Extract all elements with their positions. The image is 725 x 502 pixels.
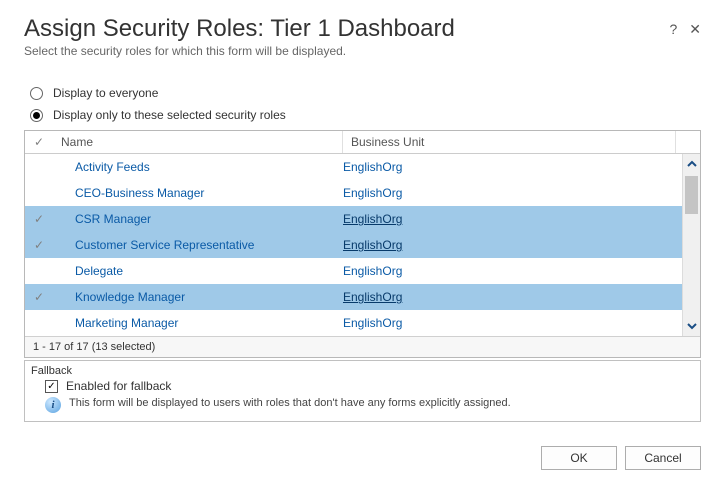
role-name-link[interactable]: Knowledge Manager bbox=[53, 290, 343, 304]
dialog-subtitle: Select the security roles for which this… bbox=[24, 44, 701, 58]
dialog-footer: OK Cancel bbox=[24, 446, 701, 470]
table-row[interactable]: Marketing ManagerEnglishOrg bbox=[25, 310, 682, 336]
fallback-section-label: Fallback bbox=[31, 365, 694, 377]
column-header-name[interactable]: Name bbox=[53, 131, 343, 153]
table-row[interactable]: Activity FeedsEnglishOrg bbox=[25, 154, 682, 180]
row-checkbox[interactable]: ✓ bbox=[25, 206, 53, 232]
dialog-header: Assign Security Roles: Tier 1 Dashboard … bbox=[24, 16, 701, 42]
scroll-down-icon[interactable] bbox=[683, 316, 700, 336]
cancel-button[interactable]: Cancel bbox=[625, 446, 701, 470]
grid-header: ✓ Name Business Unit bbox=[25, 131, 700, 154]
row-checkbox[interactable] bbox=[25, 310, 53, 336]
business-unit-link[interactable]: EnglishOrg bbox=[343, 212, 682, 226]
role-name-link[interactable]: Delegate bbox=[53, 264, 343, 278]
select-all-checkbox[interactable]: ✓ bbox=[25, 131, 53, 153]
row-checkbox[interactable]: ✓ bbox=[25, 284, 53, 310]
row-checkbox[interactable] bbox=[25, 258, 53, 284]
table-row[interactable]: ✓Customer Service RepresentativeEnglishO… bbox=[25, 232, 682, 258]
fallback-info-text: This form will be displayed to users wit… bbox=[69, 397, 511, 409]
role-name-link[interactable]: CEO-Business Manager bbox=[53, 186, 343, 200]
table-row[interactable]: ✓CSR ManagerEnglishOrg bbox=[25, 206, 682, 232]
roles-grid: ✓ Name Business Unit Activity FeedsEngli… bbox=[24, 130, 701, 358]
scroll-thumb[interactable] bbox=[685, 176, 698, 214]
business-unit-link[interactable]: EnglishOrg bbox=[343, 316, 682, 330]
business-unit-link[interactable]: EnglishOrg bbox=[343, 186, 682, 200]
row-checkbox[interactable]: ✓ bbox=[25, 232, 53, 258]
dialog-title: Assign Security Roles: Tier 1 Dashboard bbox=[24, 16, 669, 42]
role-name-link[interactable]: CSR Manager bbox=[53, 212, 343, 226]
business-unit-link[interactable]: EnglishOrg bbox=[343, 238, 682, 252]
row-checkbox[interactable] bbox=[25, 154, 53, 180]
radio-icon bbox=[30, 109, 43, 122]
radio-display-everyone[interactable]: Display to everyone bbox=[30, 86, 701, 100]
fallback-checkbox[interactable]: ✓ bbox=[45, 380, 58, 393]
row-checkbox[interactable] bbox=[25, 180, 53, 206]
table-row[interactable]: DelegateEnglishOrg bbox=[25, 258, 682, 284]
business-unit-link[interactable]: EnglishOrg bbox=[343, 290, 682, 304]
ok-button[interactable]: OK bbox=[541, 446, 617, 470]
role-name-link[interactable]: Marketing Manager bbox=[53, 316, 343, 330]
radio-display-selected[interactable]: Display only to these selected security … bbox=[30, 108, 701, 122]
fallback-checkbox-label: Enabled for fallback bbox=[66, 379, 171, 393]
column-header-business-unit[interactable]: Business Unit bbox=[343, 131, 676, 153]
role-name-link[interactable]: Activity Feeds bbox=[53, 160, 343, 174]
grid-rows: Activity FeedsEnglishOrgCEO-Business Man… bbox=[25, 154, 682, 336]
table-row[interactable]: CEO-Business ManagerEnglishOrg bbox=[25, 180, 682, 206]
info-icon: i bbox=[45, 397, 61, 413]
fallback-section: Fallback ✓ Enabled for fallback i This f… bbox=[24, 360, 701, 422]
role-name-link[interactable]: Customer Service Representative bbox=[53, 238, 343, 252]
table-row[interactable]: ✓Knowledge ManagerEnglishOrg bbox=[25, 284, 682, 310]
close-icon[interactable]: ✕ bbox=[689, 22, 701, 36]
scroll-up-icon[interactable] bbox=[683, 154, 700, 174]
radio-label: Display only to these selected security … bbox=[53, 108, 286, 122]
pager-text: 1 - 17 of 17 (13 selected) bbox=[25, 336, 700, 357]
help-icon[interactable]: ? bbox=[669, 22, 677, 36]
radio-label: Display to everyone bbox=[53, 86, 158, 100]
business-unit-link[interactable]: EnglishOrg bbox=[343, 160, 682, 174]
display-options: Display to everyone Display only to thes… bbox=[30, 86, 701, 122]
assign-security-roles-dialog: Assign Security Roles: Tier 1 Dashboard … bbox=[0, 0, 725, 484]
scrollbar[interactable] bbox=[682, 154, 700, 336]
business-unit-link[interactable]: EnglishOrg bbox=[343, 264, 682, 278]
radio-icon bbox=[30, 87, 43, 100]
